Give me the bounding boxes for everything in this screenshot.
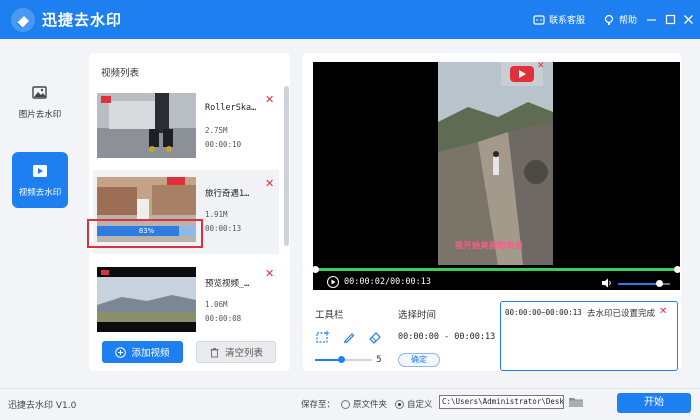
- video-frame: [438, 62, 553, 265]
- brush-size-slider[interactable]: [315, 356, 372, 363]
- play-icon: [331, 279, 336, 285]
- video-duration: 00:00:10: [205, 140, 242, 149]
- remove-video-icon[interactable]: ✕: [265, 178, 274, 189]
- list-scrollbar[interactable]: [284, 86, 289, 246]
- volume-icon[interactable]: [601, 277, 613, 289]
- brush-icon[interactable]: [342, 330, 356, 344]
- confirm-time-button[interactable]: 确定: [398, 353, 440, 367]
- side-nav: 图片去水印 视频去水印: [0, 39, 80, 388]
- status-bar: 迅捷去水印 V1.0 保存至： 原文件夹 自定义: [0, 388, 700, 420]
- add-video-button[interactable]: 添加视频: [102, 341, 183, 363]
- radio-dot: [395, 399, 404, 409]
- video-size: 2.75M: [205, 126, 228, 135]
- save-path-input[interactable]: C:\Users\Administrator\Desktop: [439, 395, 564, 409]
- eraser-icon[interactable]: [368, 330, 382, 344]
- nav-image-label: 图片去水印: [18, 110, 62, 120]
- radio-custom-folder[interactable]: 自定义: [395, 398, 433, 410]
- video-thumbnail: [97, 267, 196, 332]
- volume-knob[interactable]: [655, 280, 663, 287]
- add-video-label: 添加视频: [131, 348, 170, 359]
- playback-time: 00:00:02/00:00:13: [344, 277, 431, 287]
- seek-end-dot[interactable]: [674, 266, 681, 273]
- video-name: RollerSka…: [205, 103, 257, 113]
- watermark-selection-box[interactable]: ✕: [501, 61, 545, 86]
- video-size: 1.06M: [205, 300, 228, 309]
- seek-start-dot[interactable]: [312, 266, 319, 273]
- plus-circle-icon: [115, 346, 127, 358]
- title-bar: 迅捷去水印 联系客服 帮助: [0, 0, 700, 39]
- nav-image-watermark[interactable]: 图片去水印: [12, 74, 68, 130]
- radio-custom-label: 自定义: [407, 400, 433, 410]
- video-list-panel: 视频列表 RollerSka… 2.75M 00:00:10 ✕ 83% 旅行奇…: [89, 53, 290, 371]
- image-icon: [32, 86, 47, 99]
- remove-video-icon[interactable]: ✕: [265, 268, 274, 279]
- progress-highlight-box: [87, 219, 203, 248]
- help-icon: [604, 14, 614, 25]
- remove-video-icon[interactable]: ✕: [265, 94, 274, 105]
- app-version: 迅捷去水印 V1.0: [8, 401, 77, 411]
- radio-original-label: 原文件夹: [353, 400, 388, 410]
- video-name: 预览视频_…: [205, 279, 250, 289]
- save-to-label: 保存至：: [301, 400, 336, 410]
- time-range-input[interactable]: 00:00:00 - 00:00:13: [398, 332, 495, 342]
- radio-dot: [341, 399, 350, 409]
- rectangle-select-icon[interactable]: [315, 330, 329, 344]
- video-caption: 我开始美丽的奇遇: [455, 241, 523, 250]
- list-item[interactable]: RollerSka… 2.75M 00:00:10 ✕: [93, 86, 279, 170]
- remove-task-icon[interactable]: ✕: [659, 306, 667, 317]
- task-status: 去水印已设置完成: [587, 309, 656, 319]
- youtube-logo-icon: [510, 66, 534, 82]
- volume-slider[interactable]: [618, 280, 670, 287]
- nav-video-label: 视频去水印: [18, 188, 62, 198]
- minimize-icon[interactable]: [646, 14, 657, 25]
- video-thumbnail: [97, 93, 196, 158]
- help-label: 帮助: [619, 16, 638, 26]
- brush-size-value: 5: [376, 355, 382, 365]
- trash-icon: [210, 347, 219, 357]
- maximize-icon[interactable]: [665, 14, 676, 25]
- start-button[interactable]: 开始: [617, 393, 691, 413]
- support-button[interactable]: 联系客服: [533, 13, 585, 26]
- brush-size-fill: [315, 359, 341, 361]
- remove-selection-icon[interactable]: ✕: [537, 61, 545, 71]
- select-time-title: 选择时间: [398, 310, 437, 321]
- app-title: 迅捷去水印: [42, 11, 123, 29]
- eraser-logo-icon: [11, 8, 35, 32]
- volume-fill: [618, 283, 659, 285]
- video-duration: 00:00:08: [205, 314, 242, 323]
- video-duration: 00:00:13: [205, 224, 242, 233]
- video-size: 1.91M: [205, 210, 228, 219]
- close-icon[interactable]: [683, 14, 694, 25]
- list-item[interactable]: 预览视频_… 1.06M 00:00:08 ✕: [93, 260, 279, 344]
- nav-video-watermark[interactable]: 视频去水印: [12, 152, 68, 208]
- radio-original-folder[interactable]: 原文件夹: [341, 398, 387, 410]
- video-name: 旅行奇遇1…: [205, 189, 250, 199]
- video-player[interactable]: 我开始美丽的奇遇 ✕ 00:00:02/00:00:13: [312, 61, 681, 290]
- video-icon: [33, 165, 47, 177]
- clear-list-button[interactable]: 清空列表: [196, 341, 276, 363]
- video-list-title: 视频列表: [101, 68, 140, 79]
- support-label: 联系客服: [549, 16, 586, 26]
- play-button[interactable]: [327, 276, 339, 288]
- watermark-task-list: 00:00:00~00:00:13 去水印已设置完成 ✕: [500, 301, 678, 371]
- toolbar-title: 工具栏: [315, 310, 344, 321]
- clear-list-label: 清空列表: [224, 348, 263, 359]
- folder-icon[interactable]: [568, 395, 584, 409]
- seek-bar[interactable]: [312, 266, 681, 273]
- task-time-range: 00:00:00~00:00:13: [505, 308, 582, 317]
- help-button[interactable]: 帮助: [603, 13, 637, 26]
- support-icon: [533, 14, 545, 25]
- brush-size-knob[interactable]: [337, 356, 345, 363]
